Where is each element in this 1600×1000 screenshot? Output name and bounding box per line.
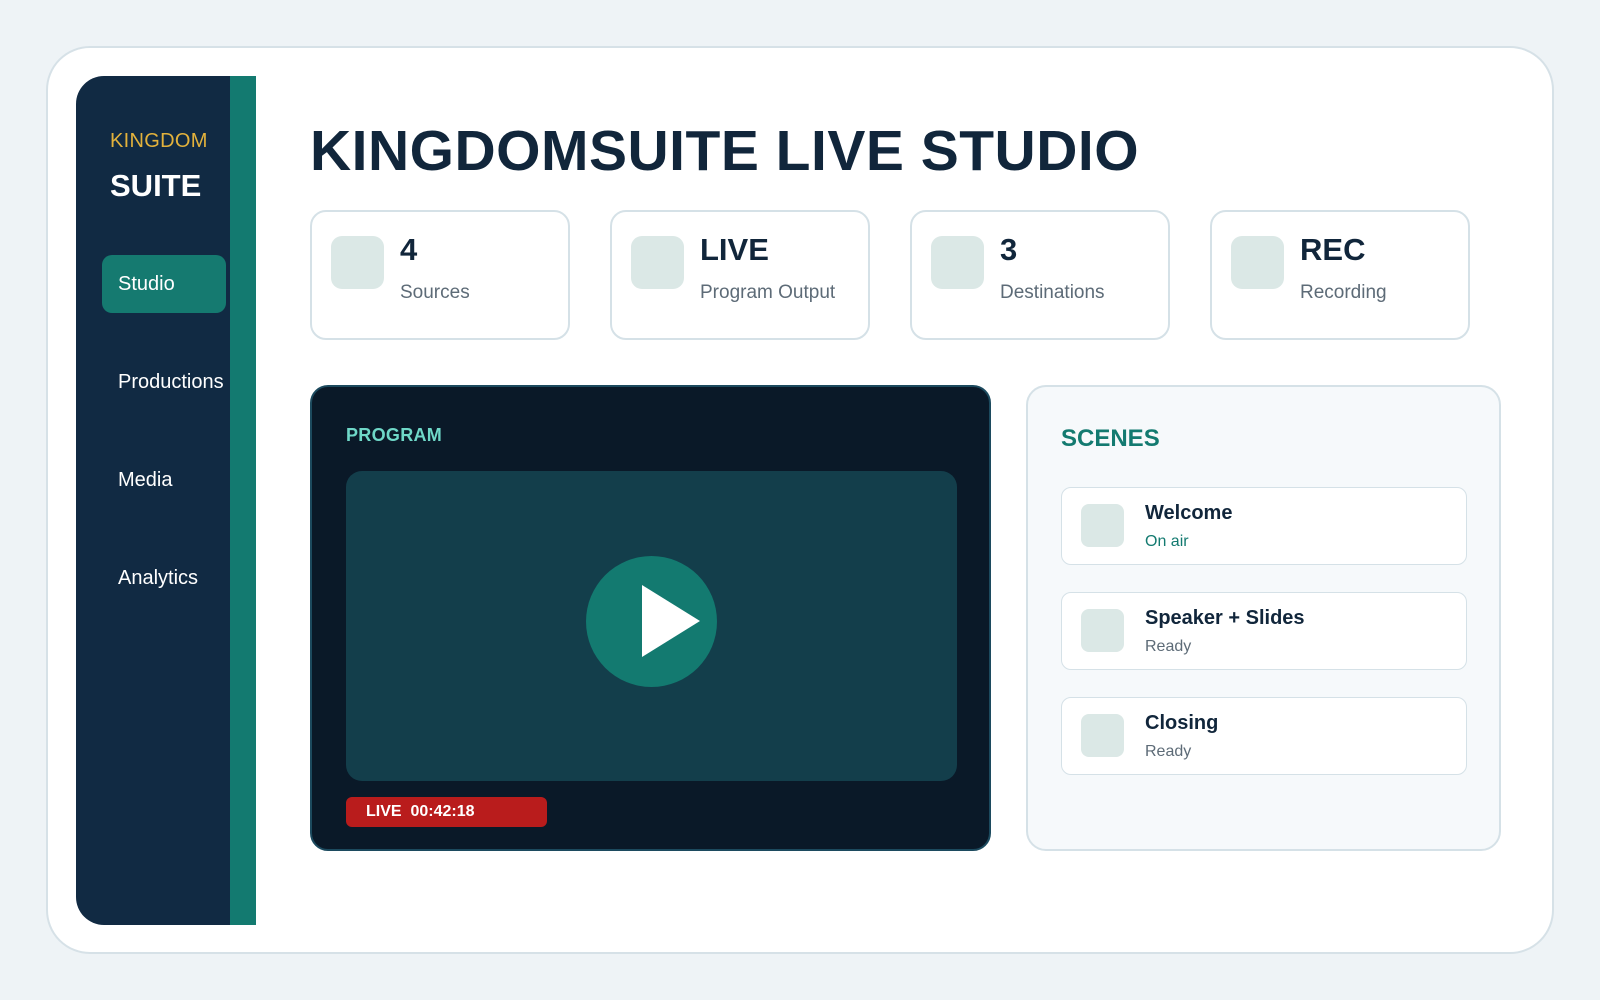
stat-label: Recording [1300,282,1387,303]
play-button[interactable] [586,556,717,687]
program-label: PROGRAM [346,425,443,445]
recording-icon [1231,236,1284,289]
play-icon [642,585,700,657]
program-output-icon [631,236,684,289]
program-preview[interactable] [346,471,957,781]
scene-thumbnail [1081,609,1124,652]
stat-label: Program Output [700,282,836,303]
scene-name: Speaker + Slides [1145,607,1305,629]
stat-card-sources: 4 Sources [310,210,570,340]
page-title: KINGDOMSUITE LIVE STUDIO [310,119,1140,183]
stat-card-recording: REC Recording [1210,210,1470,340]
nav-item-media[interactable]: Media [102,451,226,509]
nav-item-analytics[interactable]: Analytics [102,549,226,607]
brand-logo-bottom: SUITE [110,168,202,203]
sources-icon [331,236,384,289]
stat-card-program-output: LIVE Program Output [610,210,870,340]
nav-item-studio[interactable]: Studio [102,255,226,313]
brand-logo-top: KINGDOM [110,130,208,152]
stat-value: 4 [400,232,418,267]
scene-thumbnail [1081,504,1124,547]
stat-label: Destinations [1000,282,1105,303]
destinations-icon [931,236,984,289]
stat-value: LIVE [700,232,769,267]
scene-name: Closing [1145,712,1219,734]
stat-value: 3 [1000,232,1018,267]
sidebar: KINGDOM SUITE Studio Productions Media A… [76,76,256,925]
scene-item-speaker-slides[interactable]: Speaker + Slides Ready [1061,592,1467,670]
scene-item-closing[interactable]: Closing Ready [1061,697,1467,775]
live-timer-badge: LIVE 00:42:18 [346,797,547,827]
scene-status: Ready [1145,638,1192,655]
stat-value: REC [1300,232,1366,267]
scene-status: On air [1145,533,1189,550]
scenes-panel: SCENES Welcome On air Speaker + Slides R… [1026,385,1501,851]
program-monitor: PROGRAM LIVE 00:42:18 [310,385,991,851]
scenes-title: SCENES [1061,425,1160,452]
scene-item-welcome[interactable]: Welcome On air [1061,487,1467,565]
scene-status: Ready [1145,743,1192,760]
scene-name: Welcome [1145,502,1233,524]
stat-label: Sources [400,282,470,303]
scene-thumbnail [1081,714,1124,757]
nav-item-productions[interactable]: Productions [102,353,226,411]
stat-card-destinations: 3 Destinations [910,210,1170,340]
sidebar-accent-stripe [230,76,256,925]
